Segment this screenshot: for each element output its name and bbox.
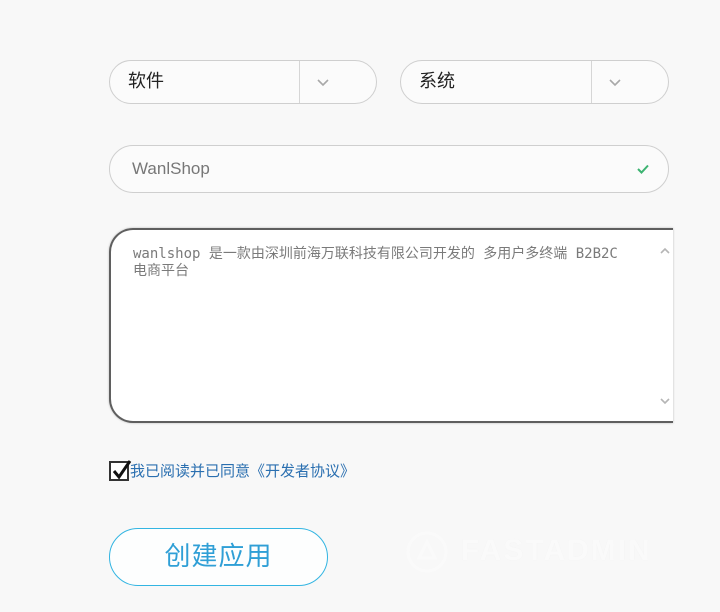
fastadmin-logo-icon [406,531,448,573]
watermark: FASTADMIN [405,528,665,578]
description-textarea[interactable]: wanlshop 是一款由深圳前海万联科技有限公司开发的 多用户多终端 B2B2… [109,228,673,423]
description-text: wanlshop 是一款由深圳前海万联科技有限公司开发的 多用户多终端 B2B2… [133,246,618,279]
chevron-down-icon[interactable] [607,76,623,88]
agreement-checkbox[interactable] [109,460,132,481]
chevron-down-icon[interactable] [315,76,331,88]
textarea-scrollbar[interactable] [657,238,673,414]
app-name-value: WanlShop [132,159,210,178]
create-app-button[interactable]: 创建应用 [109,528,328,586]
category-select[interactable]: 软件 [109,60,377,104]
type-select[interactable]: 系统 [400,60,669,104]
select-divider [299,61,300,103]
category-select-value: 软件 [128,71,164,92]
type-select-value: 系统 [419,71,455,92]
scroll-down-icon[interactable] [659,396,671,406]
watermark-text: FASTADMIN [461,534,652,567]
check-icon [637,164,649,174]
agreement-label[interactable]: 我已阅读并已同意《开发者协议》 [130,460,355,482]
app-name-input[interactable]: WanlShop [109,145,669,193]
scroll-up-icon[interactable] [659,246,671,256]
select-divider [591,61,592,103]
